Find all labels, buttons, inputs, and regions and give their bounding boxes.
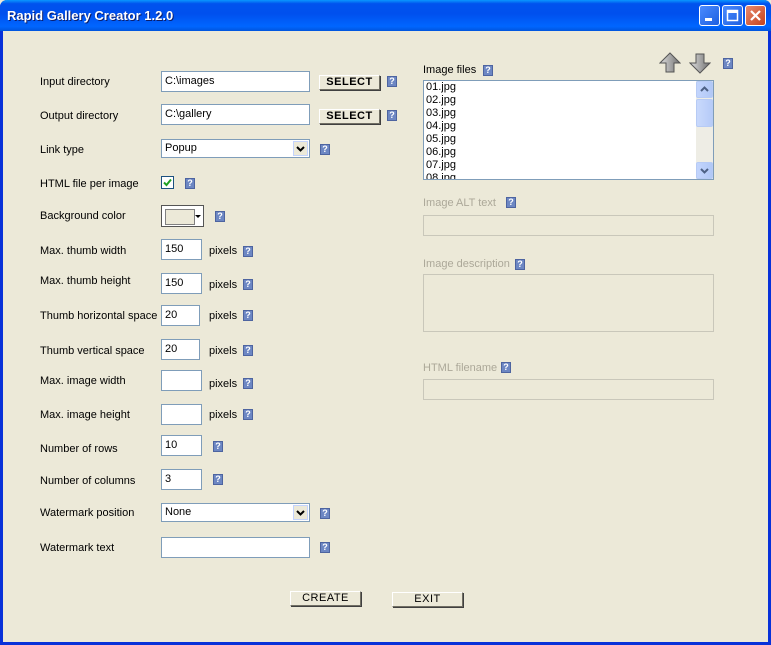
close-icon <box>750 10 761 21</box>
input-directory-label: Input directory <box>40 76 110 88</box>
image-alt-text-field[interactable] <box>423 215 714 236</box>
link-type-value: Popup <box>165 142 197 154</box>
help-icon[interactable]: ? <box>501 362 511 373</box>
scroll-up-button[interactable] <box>696 81 713 98</box>
select-output-button[interactable]: SELECT <box>319 109 380 124</box>
move-down-icon[interactable] <box>689 52 711 74</box>
watermark-text-field[interactable] <box>161 537 310 558</box>
chevron-down-icon[interactable] <box>293 141 308 156</box>
create-button[interactable]: CREATE <box>290 591 361 606</box>
output-directory-label: Output directory <box>40 110 119 122</box>
html-file-per-image-label: HTML file per image <box>40 178 139 190</box>
number-of-columns-field[interactable]: 3 <box>161 469 202 490</box>
html-filename-label: HTML filename <box>423 362 498 374</box>
html-file-per-image-checkbox[interactable] <box>161 176 174 189</box>
max-thumb-width-label: Max. thumb width <box>40 245 127 257</box>
help-icon[interactable]: ? <box>320 508 330 519</box>
max-image-height-field[interactable] <box>161 404 202 425</box>
background-color-label: Background color <box>40 210 126 222</box>
chevron-down-icon[interactable] <box>293 505 308 520</box>
pixels-unit: pixels <box>209 378 238 390</box>
list-item[interactable]: 03.jpg <box>424 107 713 120</box>
number-of-rows-field[interactable]: 10 <box>161 435 202 456</box>
help-icon[interactable]: ? <box>185 178 195 189</box>
image-description-label: Image description <box>423 258 510 270</box>
watermark-text-label: Watermark text <box>40 542 115 554</box>
list-scrollbar[interactable] <box>696 81 713 179</box>
chevron-down-icon <box>700 168 709 174</box>
image-alt-text-label: Image ALT text <box>423 197 496 209</box>
help-icon[interactable]: ? <box>243 310 253 321</box>
pixels-unit: pixels <box>209 310 238 322</box>
output-directory-field[interactable]: C:\gallery <box>161 104 310 125</box>
link-type-label: Link type <box>40 144 85 156</box>
link-type-dropdown[interactable]: Popup <box>161 139 310 158</box>
help-icon[interactable]: ? <box>243 378 253 389</box>
max-image-height-label: Max. image height <box>40 409 130 421</box>
pixels-unit: pixels <box>209 245 238 257</box>
help-icon[interactable]: ? <box>506 197 516 208</box>
max-image-width-label: Max. image width <box>40 375 126 387</box>
help-icon[interactable]: ? <box>723 58 733 69</box>
thumb-vertical-space-label: Thumb vertical space <box>40 345 145 357</box>
list-item[interactable]: 04.jpg <box>424 120 713 133</box>
scroll-thumb[interactable] <box>696 99 713 127</box>
select-input-button[interactable]: SELECT <box>319 75 380 90</box>
image-files-list[interactable]: 01.jpg 02.jpg 03.jpg 04.jpg 05.jpg 06.jp… <box>423 80 714 180</box>
thumb-horizontal-space-label: Thumb horizontal space <box>40 310 158 322</box>
list-item[interactable]: 05.jpg <box>424 133 713 146</box>
checkmark-icon <box>163 178 172 187</box>
help-icon[interactable]: ? <box>320 542 330 553</box>
help-icon[interactable]: ? <box>213 474 223 485</box>
watermark-position-label: Watermark position <box>40 507 135 519</box>
max-thumb-height-label: Max. thumb height <box>40 275 131 287</box>
image-files-label: Image files <box>423 64 477 76</box>
pixels-unit: pixels <box>209 279 238 291</box>
minimize-icon <box>705 18 712 21</box>
max-thumb-width-field[interactable]: 150 <box>161 239 202 260</box>
maximize-icon <box>726 9 739 22</box>
pixels-unit: pixels <box>209 345 238 357</box>
exit-button[interactable]: EXIT <box>392 592 463 607</box>
input-directory-field[interactable]: C:\images <box>161 71 310 92</box>
close-button[interactable] <box>745 5 766 26</box>
max-image-width-field[interactable] <box>161 370 202 391</box>
help-icon[interactable]: ? <box>213 441 223 452</box>
thumb-vertical-space-field[interactable]: 20 <box>161 339 200 360</box>
color-swatch <box>165 209 195 225</box>
thumb-horizontal-space-field[interactable]: 20 <box>161 305 200 326</box>
background-color-picker[interactable] <box>161 205 204 227</box>
maximize-button[interactable] <box>722 5 743 26</box>
image-description-field[interactable] <box>423 274 714 332</box>
help-icon[interactable]: ? <box>387 76 397 87</box>
number-of-columns-label: Number of columns <box>40 475 136 487</box>
watermark-position-value: None <box>165 506 192 518</box>
help-icon[interactable]: ? <box>515 259 525 270</box>
chevron-up-icon <box>700 86 709 92</box>
max-thumb-height-field[interactable]: 150 <box>161 273 202 294</box>
help-icon[interactable]: ? <box>215 211 225 222</box>
help-icon[interactable]: ? <box>320 144 330 155</box>
window-title: Rapid Gallery Creator 1.2.0 <box>7 8 174 23</box>
list-item[interactable]: 06.jpg <box>424 146 713 159</box>
pixels-unit: pixels <box>209 409 238 421</box>
move-up-icon[interactable] <box>659 52 681 74</box>
chevron-down-icon <box>194 207 202 225</box>
number-of-rows-label: Number of rows <box>40 443 118 455</box>
minimize-button[interactable] <box>699 5 720 26</box>
title-bar[interactable]: Rapid Gallery Creator 1.2.0 <box>0 0 771 31</box>
list-item[interactable]: 07.jpg <box>424 159 713 172</box>
html-filename-field[interactable] <box>423 379 714 400</box>
help-icon[interactable]: ? <box>483 65 493 76</box>
watermark-position-dropdown[interactable]: None <box>161 503 310 522</box>
scroll-down-button[interactable] <box>696 162 713 179</box>
help-icon[interactable]: ? <box>387 110 397 121</box>
help-icon[interactable]: ? <box>243 409 253 420</box>
help-icon[interactable]: ? <box>243 345 253 356</box>
help-icon[interactable]: ? <box>243 246 253 257</box>
list-item[interactable]: 02.jpg <box>424 94 713 107</box>
help-icon[interactable]: ? <box>243 279 253 290</box>
list-item[interactable]: 01.jpg <box>424 81 713 94</box>
list-item[interactable]: 08.jpg <box>424 172 713 179</box>
